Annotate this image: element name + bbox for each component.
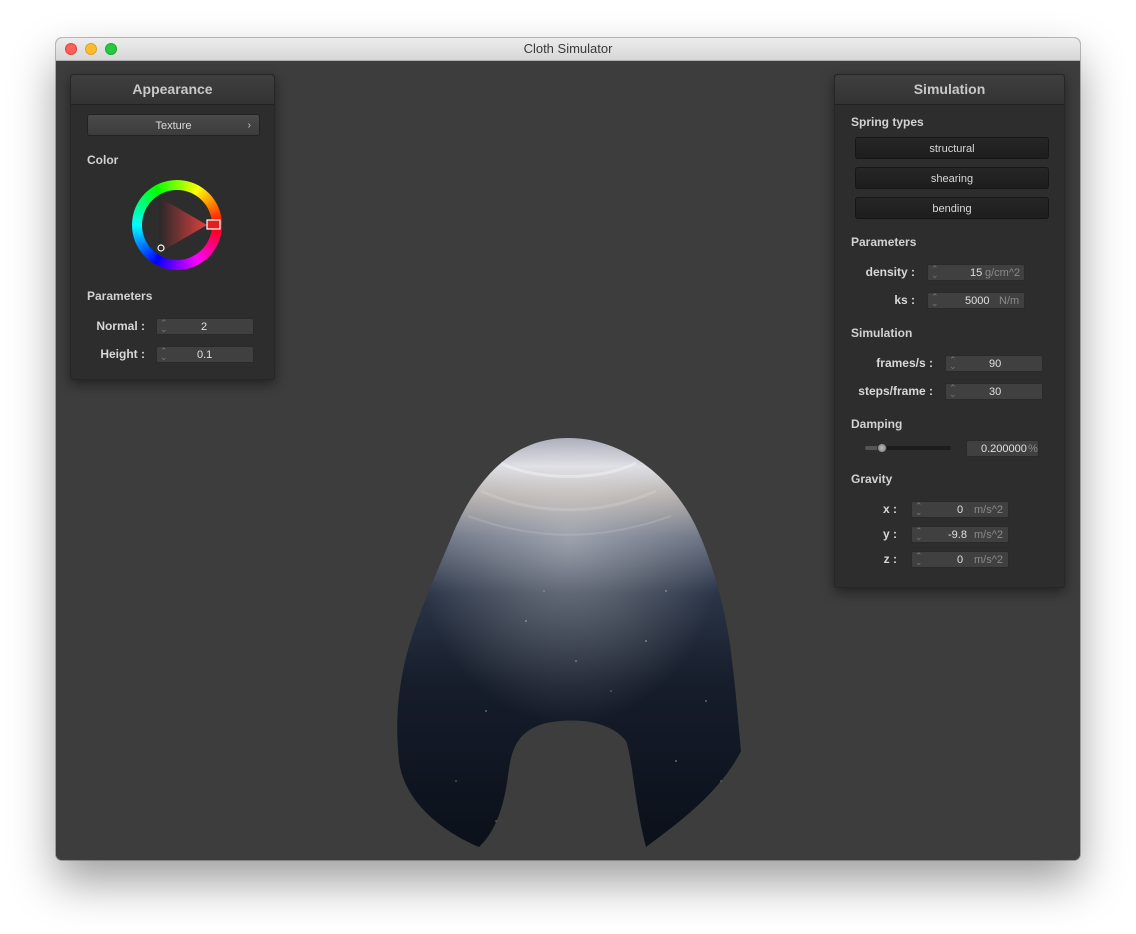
- bending-button[interactable]: bending: [855, 197, 1049, 219]
- window-title: Cloth Simulator: [523, 41, 613, 56]
- frames-value: 90: [989, 358, 1002, 370]
- simulation-panel: Simulation Spring types structural shear…: [834, 74, 1065, 588]
- spinner-icon[interactable]: ⌃ ⌄: [160, 319, 168, 334]
- damping-label: Damping: [851, 417, 903, 431]
- damping-input[interactable]: 0.200000 %: [966, 440, 1039, 457]
- app-window: Cloth Simulator Appearance Texture › Col…: [56, 38, 1080, 860]
- gravity-z-label: z :: [883, 552, 897, 566]
- gravity-label: Gravity: [851, 472, 893, 486]
- normal-input[interactable]: ⌃ ⌄ 2: [156, 318, 254, 335]
- spring-types-label: Spring types: [851, 115, 924, 129]
- ks-label: ks :: [894, 293, 915, 307]
- simulation-section-label: Simulation: [851, 326, 913, 340]
- gravity-z-value: 0: [957, 554, 964, 566]
- gravity-y-input[interactable]: ⌃ ⌄ -9.8 m/s^2: [911, 526, 1009, 543]
- ks-input[interactable]: ⌃ ⌄ 5000 N/m: [927, 292, 1025, 309]
- steps-label: steps/frame :: [858, 384, 933, 398]
- spinner-icon[interactable]: ⌃ ⌄: [160, 347, 168, 362]
- render-viewport[interactable]: Appearance Texture › Color Parameters No…: [56, 61, 1080, 860]
- frames-label: frames/s :: [876, 356, 933, 370]
- gravity-x-label: x :: [882, 502, 897, 516]
- appearance-panel: Appearance Texture › Color Parameters No…: [70, 74, 275, 380]
- gravity-y-unit: m/s^2: [974, 529, 1003, 541]
- gravity-x-unit: m/s^2: [974, 504, 1003, 516]
- spinner-icon[interactable]: ⌃ ⌄: [915, 552, 923, 567]
- simulation-panel-title: Simulation: [835, 75, 1064, 105]
- color-section-label: Color: [87, 153, 119, 167]
- appearance-panel-title: Appearance: [71, 75, 274, 105]
- structural-button[interactable]: structural: [855, 137, 1049, 159]
- spinner-icon[interactable]: ⌃ ⌄: [949, 356, 957, 371]
- frames-input[interactable]: ⌃ ⌄ 90: [945, 355, 1043, 372]
- normal-label: Normal :: [96, 319, 145, 333]
- chevron-right-icon: ›: [247, 120, 251, 131]
- gravity-z-unit: m/s^2: [974, 554, 1003, 566]
- density-unit: g/cm^2: [985, 267, 1021, 279]
- damping-slider-knob[interactable]: [877, 443, 888, 453]
- density-label: density :: [865, 265, 915, 279]
- spinner-icon[interactable]: ⌃ ⌄: [931, 293, 939, 308]
- height-input[interactable]: ⌃ ⌄ 0.1: [156, 346, 254, 363]
- density-input[interactable]: ⌃ ⌄ 15 g/cm^2: [927, 264, 1025, 281]
- gravity-x-value: 0: [957, 504, 964, 516]
- gravity-x-input[interactable]: ⌃ ⌄ 0 m/s^2: [911, 501, 1009, 518]
- density-value: 15: [970, 267, 983, 279]
- ks-unit: N/m: [999, 295, 1020, 307]
- gravity-y-label: y :: [882, 527, 897, 541]
- gravity-z-input[interactable]: ⌃ ⌄ 0 m/s^2: [911, 551, 1009, 568]
- shearing-button[interactable]: shearing: [855, 167, 1049, 189]
- title-bar: Cloth Simulator: [56, 38, 1080, 61]
- steps-value: 30: [989, 386, 1002, 398]
- steps-input[interactable]: ⌃ ⌄ 30: [945, 383, 1043, 400]
- shader-dropdown-label: Texture: [155, 120, 192, 132]
- height-label: Height :: [100, 347, 145, 361]
- ks-value: 5000: [965, 295, 990, 307]
- damping-value: 0.200000: [981, 443, 1027, 455]
- spinner-icon[interactable]: ⌃ ⌄: [949, 384, 957, 399]
- simulation-parameters-label: Parameters: [851, 235, 917, 249]
- spinner-icon[interactable]: ⌃ ⌄: [931, 265, 939, 280]
- color-wheel[interactable]: [129, 177, 225, 273]
- appearance-parameters-label: Parameters: [87, 289, 153, 303]
- height-value: 0.1: [197, 349, 213, 361]
- shader-dropdown[interactable]: Texture ›: [87, 114, 260, 136]
- normal-value: 2: [201, 321, 208, 333]
- damping-unit: %: [1028, 443, 1038, 455]
- gravity-y-value: -9.8: [948, 529, 967, 541]
- hue-selector-handle[interactable]: [206, 219, 221, 230]
- spinner-icon[interactable]: ⌃ ⌄: [915, 527, 923, 542]
- spinner-icon[interactable]: ⌃ ⌄: [915, 502, 923, 517]
